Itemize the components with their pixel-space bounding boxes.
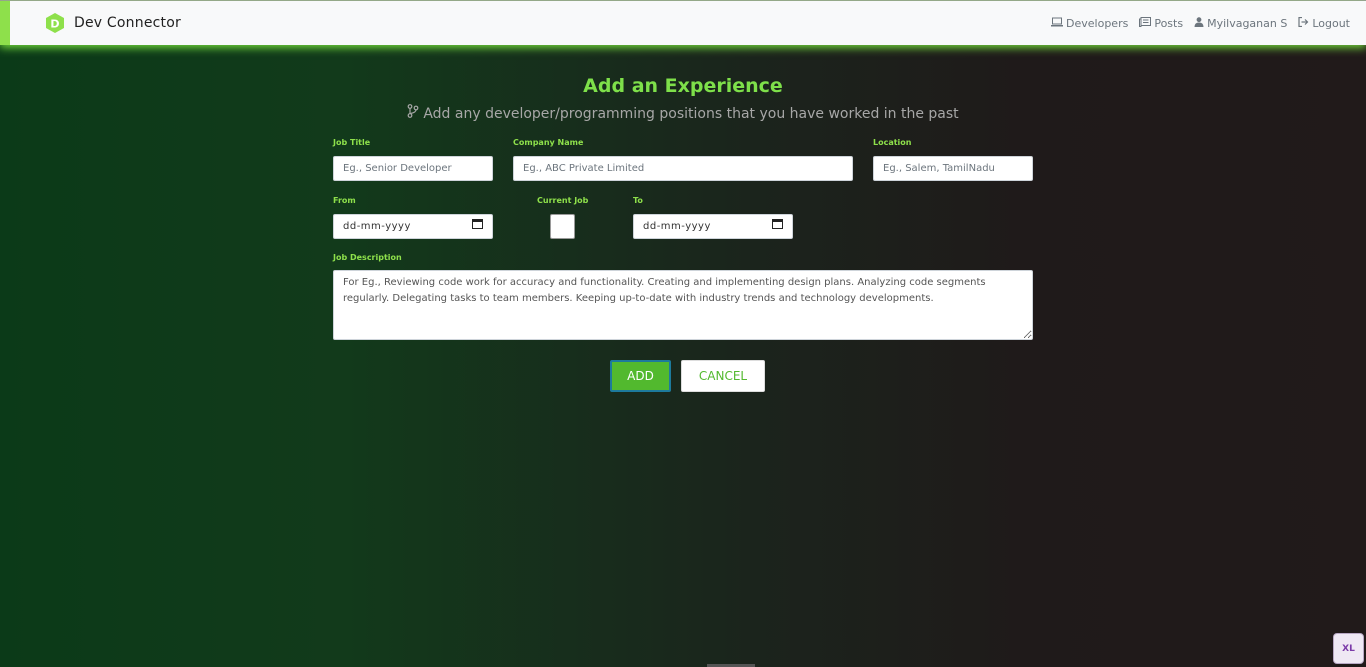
job-title-label: Job Title — [333, 138, 371, 147]
to-date-input[interactable]: dd-mm-yyyy — [633, 214, 793, 239]
from-field: From dd-mm-yyyy — [333, 195, 493, 239]
page-lead-text: Add any developer/programming positions … — [423, 106, 959, 122]
location-field: Location Eg., Salem, TamilNadu — [873, 137, 1033, 181]
nav-profile[interactable]: Myilvaganan S — [1194, 17, 1287, 30]
experience-form-container: Add an Experience Add any developer/prog… — [333, 45, 1033, 392]
current-job-checkbox[interactable] — [550, 214, 575, 239]
navbar: D Dev Connector Developers Posts Myilvag… — [0, 1, 1366, 45]
user-icon — [1194, 16, 1207, 30]
brand-text: Dev Connector — [74, 15, 181, 31]
to-field: To dd-mm-yyyy — [633, 195, 793, 239]
location-label: Location — [873, 138, 912, 147]
current-job-label: Current Job — [537, 196, 589, 205]
row-dates: From dd-mm-yyyy Current Job To dd-mm-yyy… — [333, 195, 793, 239]
laptop-icon — [1051, 17, 1066, 30]
job-description-label: Job Description — [333, 253, 402, 262]
job-title-field: Job Title Eg., Senior Developer — [333, 137, 493, 181]
add-button[interactable]: ADD — [610, 360, 671, 392]
company-field: Company Name Eg., ABC Private Limited — [513, 137, 853, 181]
calendar-icon[interactable] — [472, 215, 483, 238]
xl-badge[interactable]: XL — [1333, 633, 1364, 664]
nav-posts-label: Posts — [1154, 16, 1184, 30]
brand[interactable]: D Dev Connector — [44, 12, 181, 34]
nav-links: Developers Posts Myilvaganan S Logout — [1040, 16, 1350, 30]
from-label: From — [333, 196, 356, 205]
cancel-button[interactable]: CANCEL — [681, 360, 765, 392]
page-lead: Add any developer/programming positions … — [333, 104, 1033, 124]
from-date-input[interactable]: dd-mm-yyyy — [333, 214, 493, 239]
dev-connector-logo-icon: D — [44, 12, 66, 34]
form-actions: ADD CANCEL — [610, 360, 765, 392]
calendar-icon[interactable] — [772, 215, 783, 238]
page-title: Add an Experience — [583, 75, 783, 97]
job-description-textarea[interactable] — [333, 270, 1033, 340]
nav-developers[interactable]: Developers — [1051, 17, 1128, 30]
company-label: Company Name — [513, 138, 584, 147]
from-date-value: dd-mm-yyyy — [343, 221, 411, 232]
to-label: To — [633, 196, 643, 205]
company-input[interactable]: Eg., ABC Private Limited — [513, 156, 853, 181]
posts-icon — [1139, 16, 1154, 30]
nav-posts[interactable]: Posts — [1139, 16, 1184, 30]
location-input[interactable]: Eg., Salem, TamilNadu — [873, 156, 1033, 181]
svg-text:D: D — [50, 18, 59, 31]
nav-logout-label: Logout — [1312, 16, 1350, 30]
logout-icon — [1298, 16, 1312, 30]
nav-logout[interactable]: Logout — [1298, 16, 1350, 30]
to-date-value: dd-mm-yyyy — [643, 221, 711, 232]
nav-developers-label: Developers — [1066, 16, 1129, 30]
current-job-field: Current Job — [537, 195, 597, 239]
row-job-info: Job Title Eg., Senior Developer Company … — [333, 137, 1033, 181]
nav-profile-label: Myilvaganan S — [1207, 16, 1288, 30]
job-title-input[interactable]: Eg., Senior Developer — [333, 156, 493, 181]
job-description-field: Job Description — [333, 252, 1033, 340]
code-branch-icon — [407, 104, 423, 124]
